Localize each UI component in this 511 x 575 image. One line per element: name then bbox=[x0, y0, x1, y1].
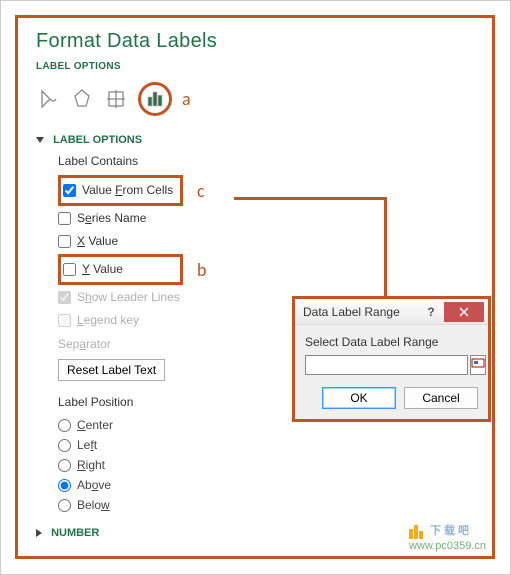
legend-key-checkbox bbox=[58, 314, 71, 327]
annotation-b-highlight: Y Value bbox=[58, 254, 183, 285]
value-from-cells-checkbox[interactable] bbox=[63, 184, 76, 197]
dialog-close-button[interactable] bbox=[444, 302, 484, 322]
position-left-radio[interactable] bbox=[58, 439, 71, 452]
separator-label: Separator bbox=[58, 337, 288, 351]
legend-key-label: Legend key bbox=[77, 313, 139, 327]
show-leader-lines-checkbox bbox=[58, 291, 71, 304]
position-below-radio[interactable] bbox=[58, 499, 71, 512]
range-selector-button[interactable] bbox=[470, 355, 486, 375]
fill-line-icon[interactable] bbox=[36, 87, 60, 111]
x-value-checkbox[interactable] bbox=[58, 235, 71, 248]
format-data-labels-pane: Format Data Labels LABEL OPTIONS a LABEL… bbox=[18, 18, 304, 556]
label-contains-heading: Label Contains bbox=[58, 154, 288, 168]
reset-label-text-button[interactable]: Reset Label Text bbox=[58, 359, 165, 381]
size-properties-icon[interactable] bbox=[104, 87, 128, 111]
number-section-text: NUMBER bbox=[51, 527, 99, 539]
expand-triangle-icon bbox=[36, 529, 42, 537]
data-label-range-input[interactable] bbox=[305, 355, 468, 375]
number-section-header[interactable]: NUMBER bbox=[36, 527, 288, 539]
position-right-radio[interactable] bbox=[58, 459, 71, 472]
y-value-checkbox[interactable] bbox=[63, 263, 76, 276]
annotation-c-highlight: Value From Cells bbox=[58, 175, 183, 206]
connector-line bbox=[234, 197, 387, 200]
annotation-b: b bbox=[197, 259, 206, 281]
data-label-range-dialog: Data Label Range ? Select Data Label Ran… bbox=[292, 296, 491, 422]
collapse-dialog-icon bbox=[471, 358, 485, 372]
chart-icon bbox=[145, 89, 165, 109]
position-below-label[interactable]: Below bbox=[77, 498, 110, 512]
y-value-label[interactable]: Y Value bbox=[82, 262, 123, 276]
collapse-triangle-icon bbox=[36, 137, 44, 143]
dialog-cancel-button[interactable]: Cancel bbox=[404, 387, 478, 409]
position-above-label[interactable]: Above bbox=[77, 478, 111, 492]
close-icon bbox=[459, 307, 469, 317]
label-options-body: Label Contains Value From Cells c Series… bbox=[58, 154, 288, 515]
dialog-field-label: Select Data Label Range bbox=[305, 335, 478, 349]
pane-title: Format Data Labels bbox=[36, 30, 288, 53]
dialog-title: Data Label Range bbox=[295, 305, 418, 319]
position-left-label[interactable]: Left bbox=[77, 438, 97, 452]
annotation-a: a bbox=[182, 88, 191, 110]
annotation-c: c bbox=[197, 180, 205, 202]
show-leader-lines-label: Show Leader Lines bbox=[77, 290, 180, 304]
label-options-section-header[interactable]: LABEL OPTIONS bbox=[36, 134, 288, 146]
position-center-radio[interactable] bbox=[58, 419, 71, 432]
effects-icon[interactable] bbox=[70, 87, 94, 111]
dialog-ok-button[interactable]: OK bbox=[322, 387, 396, 409]
section-header-text: LABEL OPTIONS bbox=[53, 134, 142, 146]
x-value-label[interactable]: X Value bbox=[77, 234, 118, 248]
series-name-label[interactable]: Series Name bbox=[77, 211, 146, 225]
watermark-url: www.pc0359.cn bbox=[409, 540, 486, 552]
watermark: 下载吧 www.pc0359.cn bbox=[409, 522, 486, 552]
dialog-body: Select Data Label Range OK Cancel bbox=[295, 325, 488, 419]
watermark-logo-icon bbox=[409, 523, 423, 539]
value-from-cells-label[interactable]: Value From Cells bbox=[82, 183, 173, 197]
connector-line bbox=[384, 197, 387, 298]
label-options-icon[interactable] bbox=[138, 82, 172, 116]
pane-subtitle: LABEL OPTIONS bbox=[36, 61, 288, 72]
position-right-label[interactable]: Right bbox=[77, 458, 105, 472]
position-center-label[interactable]: Center bbox=[77, 418, 113, 432]
position-above-radio[interactable] bbox=[58, 479, 71, 492]
label-position-heading: Label Position bbox=[58, 395, 288, 409]
format-category-icon-row: a bbox=[36, 82, 288, 116]
series-name-checkbox[interactable] bbox=[58, 212, 71, 225]
dialog-help-button[interactable]: ? bbox=[418, 305, 444, 319]
dialog-titlebar[interactable]: Data Label Range ? bbox=[295, 299, 488, 325]
watermark-brand: 下载吧 bbox=[430, 525, 472, 537]
